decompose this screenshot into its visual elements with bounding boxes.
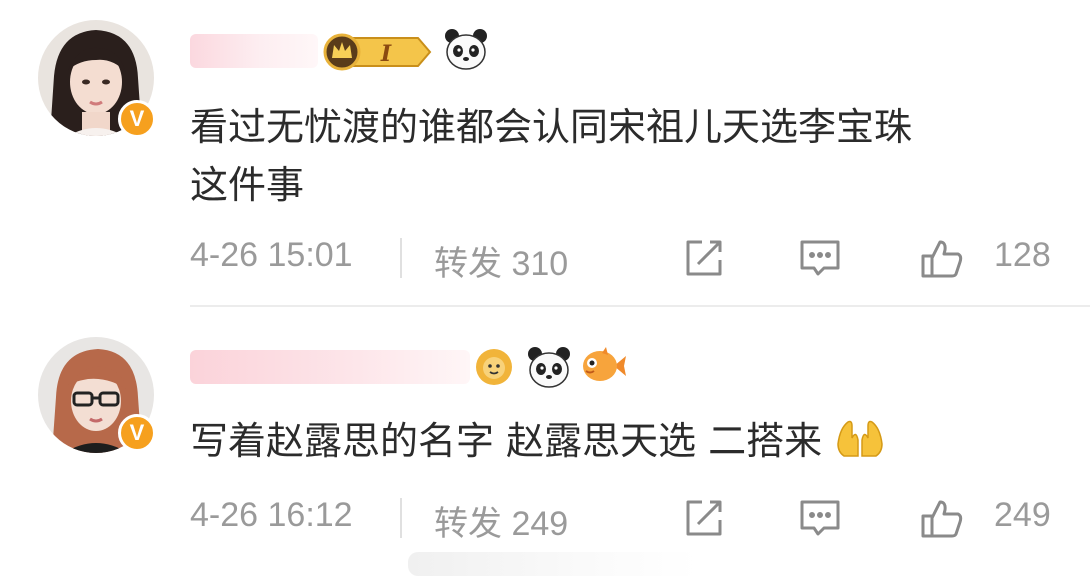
username-redacted[interactable] [190,350,470,384]
username-redacted[interactable] [190,34,318,68]
praying-hands-icon [834,416,886,460]
repost-button[interactable]: 转发 249 [434,496,568,545]
panda-icon [443,26,489,72]
like-icon[interactable] [920,496,964,540]
watermark-redacted [408,552,698,576]
verified-badge-icon: V [118,100,156,138]
comment-meta-bar: 4-26 15:01 转发 310 128 [190,236,1090,283]
comment-icon[interactable] [798,496,842,540]
panda-icon [526,344,572,390]
like-icon[interactable] [920,236,964,280]
comment-text-line: 写着赵露思的名字 赵露思天选 二搭来 [190,419,823,463]
repost-button[interactable]: 转发 310 [434,236,568,285]
crown-level-badge-icon[interactable]: I [320,32,432,72]
comment-item: V 写着赵露思的名字 赵露思天选 二搭来 4-26 16:12 转发 249 2… [0,307,1090,583]
divider [400,238,402,278]
fish-icon [580,343,628,389]
timestamp: 4-26 15:01 [190,236,353,274]
comment-text: 看过无忧渡的谁都会认同宋祖儿天选李宝珠 这件事 [190,98,1070,214]
like-count: 128 [994,236,1051,274]
comment-meta-bar: 4-26 16:12 转发 249 249 [190,496,1090,543]
like-count: 249 [994,496,1051,534]
verified-badge-icon: V [118,414,156,452]
comment-text-line: 看过无忧渡的谁都会认同宋祖儿天选李宝珠 [190,105,913,149]
comment-text: 写着赵露思的名字 赵露思天选 二搭来 [190,412,1070,470]
share-icon[interactable] [682,496,726,540]
comment-item: V I 看过无忧渡的谁都会认同宋祖儿天选李宝珠 这件事 4-26 15:01 转… [0,0,1090,305]
comment-icon[interactable] [798,236,842,280]
timestamp: 4-26 16:12 [190,496,353,534]
lion-icon [470,343,518,389]
badge-level: I [380,41,392,67]
comment-text-line: 这件事 [190,163,305,207]
share-icon[interactable] [682,236,726,280]
divider [400,498,402,538]
